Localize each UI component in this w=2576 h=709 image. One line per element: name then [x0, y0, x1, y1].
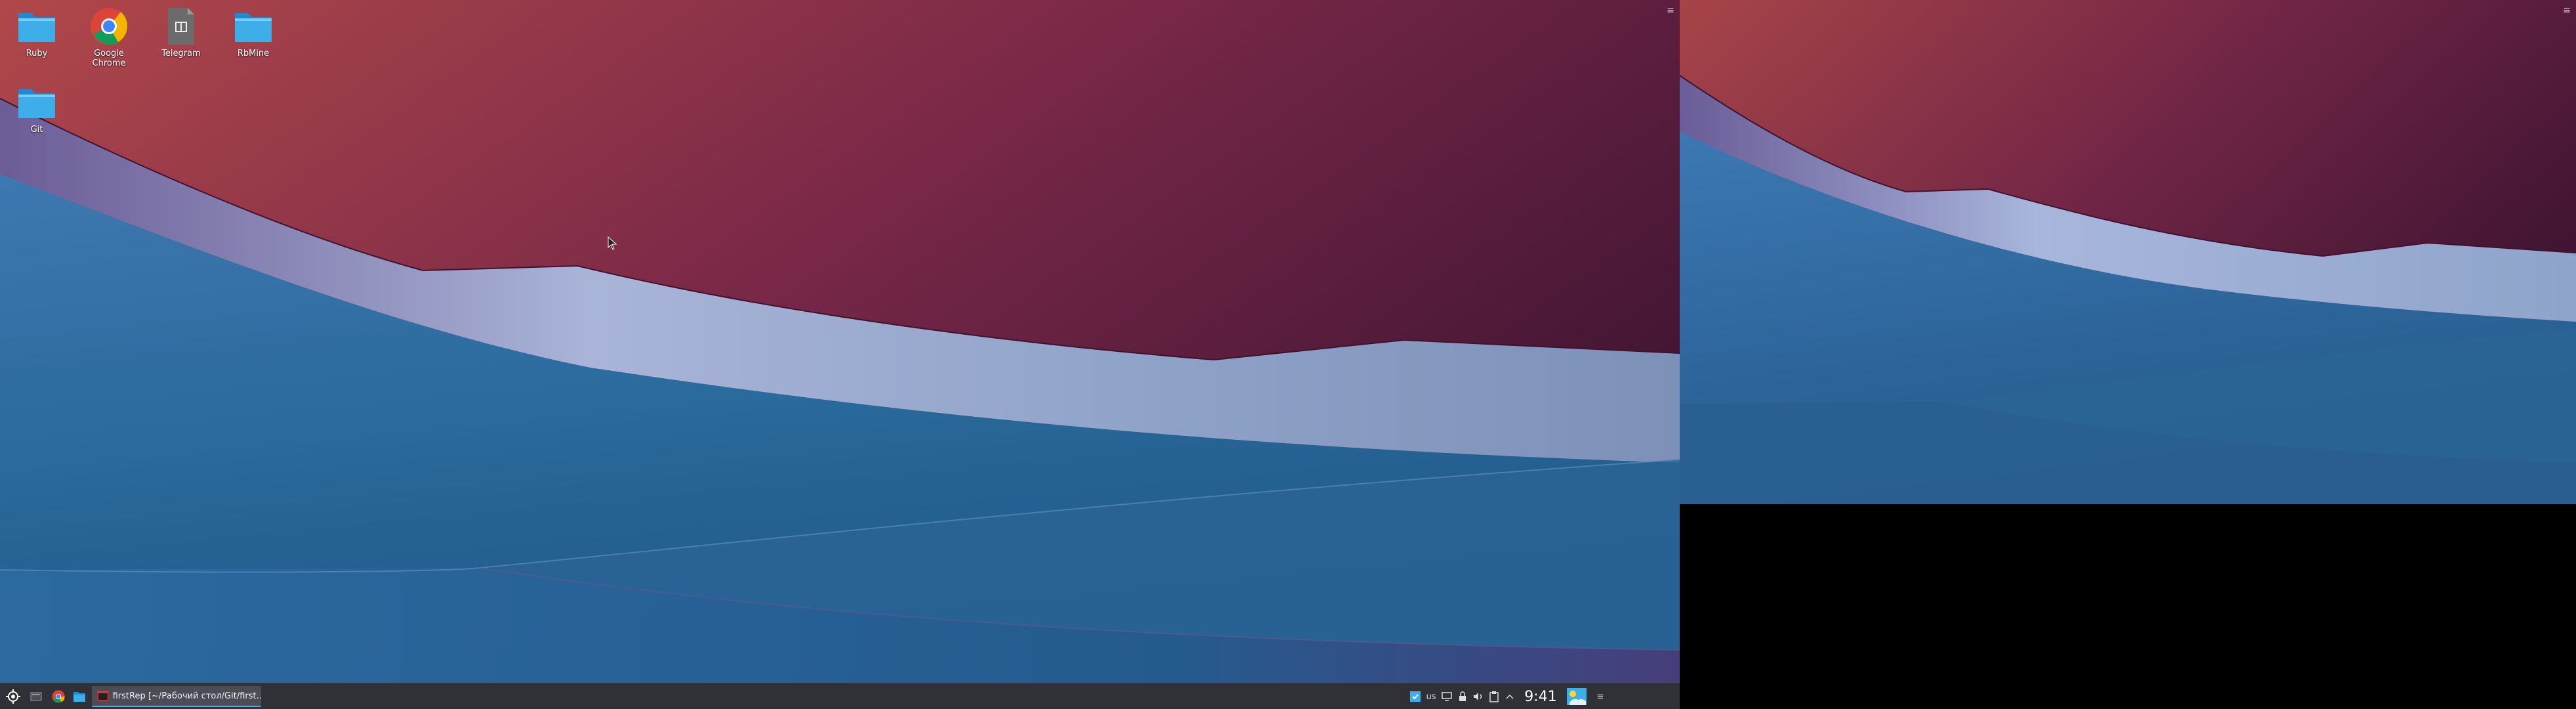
application-launcher[interactable]	[3, 686, 24, 707]
weather-widget-icon	[1567, 688, 1587, 705]
panel-menu[interactable]: ≡	[1593, 686, 1608, 707]
desktop-icon-label: Telegram	[161, 49, 201, 58]
quick-launch-show-desktop[interactable]	[26, 686, 46, 707]
terminal-icon	[97, 691, 109, 701]
updates-icon	[1410, 691, 1421, 702]
desktop-icon-label: Git	[30, 125, 43, 135]
mouse-cursor-icon	[608, 236, 617, 250]
system-tray: us 9:41 ≡	[1404, 683, 1680, 709]
taskbar: firstRep [~/Рабочий стол/Git/first... us	[0, 683, 1680, 709]
telegram-icon	[168, 8, 194, 45]
desktop-icon-label: Ruby	[26, 49, 48, 58]
desktop-menu-icon[interactable]: ≡	[1665, 5, 1676, 16]
wallpaper	[0, 0, 1680, 709]
desktop-icon-rbmine[interactable]: RbMine	[220, 5, 286, 58]
quick-launch-file-manager[interactable]	[70, 686, 89, 707]
clock-time: 9:41	[1524, 688, 1557, 705]
tray-volume[interactable]	[1471, 686, 1485, 707]
tray-weather[interactable]	[1566, 686, 1588, 707]
folder-icon	[18, 89, 55, 118]
tray-expand[interactable]	[1503, 686, 1517, 707]
tray-display[interactable]	[1440, 686, 1454, 707]
file-manager-icon	[73, 692, 85, 702]
chrome-icon	[91, 8, 128, 45]
desktop-icon-google-chrome[interactable]: Google Chrome	[76, 5, 142, 68]
task-item-terminal[interactable]: firstRep [~/Рабочий стол/Git/first...	[92, 686, 261, 707]
wallpaper	[1680, 0, 2576, 504]
desktop-icon-label: Google Chrome	[92, 49, 126, 68]
right-monitor: ≡	[1680, 0, 2576, 504]
volume-icon	[1474, 693, 1482, 700]
panel-menu-icon: ≡	[1596, 691, 1604, 702]
desktop-icon-ruby[interactable]: Ruby	[4, 5, 70, 58]
lock-icon	[1459, 691, 1466, 701]
tray-clipboard[interactable]	[1487, 686, 1501, 707]
digital-clock[interactable]: 9:41	[1521, 686, 1560, 707]
desktop-icon-label: RbMine	[237, 49, 270, 58]
tray-lock[interactable]	[1455, 686, 1470, 707]
left-monitor: ≡ Ruby Google Chrome Telegram RbMine Git…	[0, 0, 1680, 709]
kde-launcher-icon	[6, 689, 20, 704]
folder-icon	[235, 13, 272, 42]
chrome-icon	[52, 690, 65, 703]
quick-launch-chrome[interactable]	[49, 686, 68, 707]
tray-expand-icon	[1506, 694, 1514, 699]
keyboard-layout[interactable]: us	[1424, 686, 1438, 707]
tray-updates[interactable]	[1408, 686, 1423, 707]
show-desktop-icon	[30, 692, 42, 701]
keyboard-layout-label: us	[1426, 691, 1436, 702]
desktop-icon-telegram[interactable]: Telegram	[148, 5, 214, 58]
clipboard-icon	[1489, 691, 1499, 702]
folder-icon	[18, 13, 55, 42]
task-item-label: firstRep [~/Рабочий стол/Git/first...	[112, 691, 261, 701]
desktop-icon-git[interactable]: Git	[4, 81, 70, 135]
display-icon	[1442, 692, 1452, 701]
desktop-menu-icon[interactable]: ≡	[2562, 5, 2572, 16]
